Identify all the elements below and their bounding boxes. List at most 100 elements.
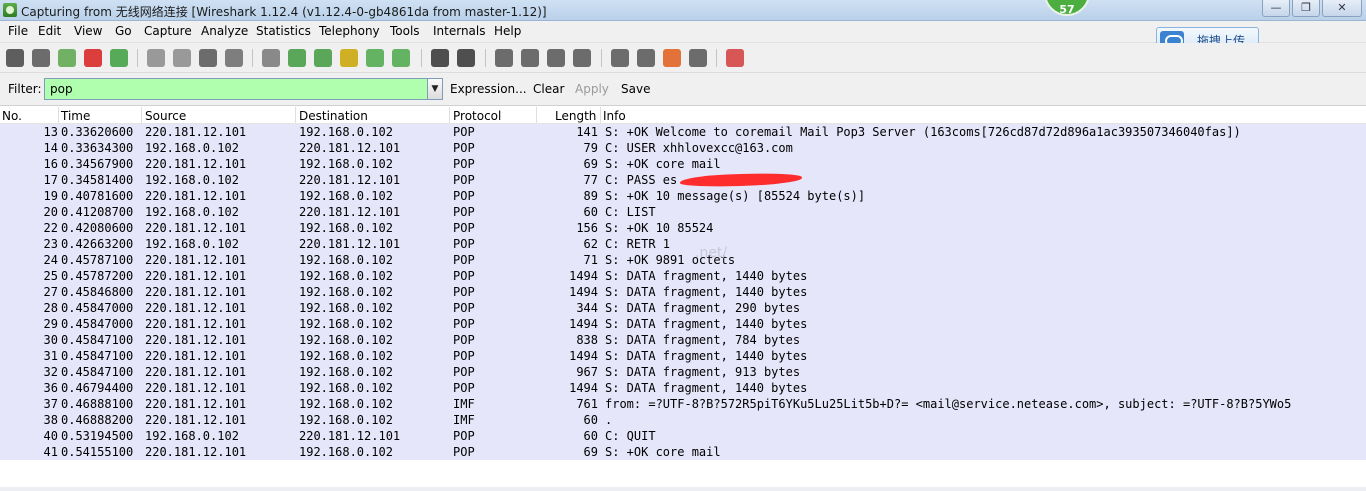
packet-destination: 192.168.0.102: [299, 349, 393, 363]
packet-protocol: POP: [453, 285, 475, 299]
packet-protocol: POP: [453, 317, 475, 331]
go-forward-icon[interactable]: [314, 49, 332, 67]
first-packet-icon[interactable]: [366, 49, 384, 67]
menu-telephony[interactable]: Telephony: [319, 24, 380, 38]
packet-row[interactable]: 31 0.45847100 220.181.12.101 192.168.0.102 P…: [0, 348, 1366, 364]
menu-tools[interactable]: Tools: [390, 24, 420, 38]
packet-row[interactable]: 41 0.54155100 220.181.12.101 192.168.0.102 P…: [0, 444, 1366, 460]
menu-statistics[interactable]: Statistics: [256, 24, 311, 38]
colorize-icon[interactable]: [431, 49, 449, 67]
packet-no: 25: [43, 269, 58, 283]
menu-internals[interactable]: Internals: [433, 24, 486, 38]
menu-capture[interactable]: Capture: [144, 24, 192, 38]
maximize-button[interactable]: ❐: [1292, 0, 1320, 17]
clear-button[interactable]: Clear: [533, 82, 564, 96]
help-icon[interactable]: [726, 49, 744, 67]
packet-destination: 192.168.0.102: [299, 221, 393, 235]
apply-button[interactable]: Apply: [575, 82, 609, 96]
column-header-length[interactable]: Length: [555, 109, 596, 123]
packet-destination: 192.168.0.102: [299, 365, 393, 379]
packet-row[interactable]: 36 0.46794400 220.181.12.101 192.168.0.102 P…: [0, 380, 1366, 396]
menu-analyze[interactable]: Analyze: [201, 24, 248, 38]
packet-row[interactable]: 28 0.45847000 220.181.12.101 192.168.0.102 P…: [0, 300, 1366, 316]
packet-time: 0.46794400: [61, 381, 134, 395]
zoom-in-icon[interactable]: [495, 49, 513, 67]
zoom-out-icon[interactable]: [521, 49, 539, 67]
packet-no: 37: [43, 397, 58, 411]
column-divider[interactable]: [536, 107, 537, 123]
column-header-info[interactable]: Info: [603, 109, 626, 123]
column-divider[interactable]: [58, 107, 59, 123]
capture-filters-icon[interactable]: [611, 49, 629, 67]
packet-row[interactable]: 13 0.33620600 220.181.12.101 192.168.0.102 P…: [0, 124, 1366, 140]
close-button[interactable]: ✕: [1322, 0, 1362, 17]
save-filter-button[interactable]: Save: [621, 82, 650, 96]
menu-help[interactable]: Help: [494, 24, 521, 38]
go-back-icon[interactable]: [288, 49, 306, 67]
last-packet-icon[interactable]: [392, 49, 410, 67]
start-capture-icon[interactable]: [58, 49, 76, 67]
column-header-no[interactable]: No.: [2, 109, 22, 123]
packet-length: 1494: [569, 285, 598, 299]
save-file-icon[interactable]: [173, 49, 191, 67]
packet-no: 40: [43, 429, 58, 443]
packet-row[interactable]: 25 0.45787200 220.181.12.101 192.168.0.102 P…: [0, 268, 1366, 284]
packet-row[interactable]: 16 0.34567900 220.181.12.101 192.168.0.102 P…: [0, 156, 1366, 172]
display-filter-input[interactable]: [44, 78, 428, 100]
pane-divider[interactable]: [0, 487, 1366, 491]
menu-edit[interactable]: Edit: [38, 24, 61, 38]
restart-capture-icon[interactable]: [110, 49, 128, 67]
interfaces-icon[interactable]: [6, 49, 24, 67]
column-divider[interactable]: [141, 107, 142, 123]
open-file-icon[interactable]: [147, 49, 165, 67]
packet-destination: 220.181.12.101: [299, 237, 401, 251]
display-filters-icon[interactable]: [637, 49, 655, 67]
packet-row[interactable]: 14 0.33634300 192.168.0.102 220.181.12.101 P…: [0, 140, 1366, 156]
auto-scroll-icon[interactable]: [457, 49, 475, 67]
packet-row[interactable]: 20 0.41208700 192.168.0.102 220.181.12.101 P…: [0, 204, 1366, 220]
preferences-icon[interactable]: [689, 49, 707, 67]
close-file-icon[interactable]: [199, 49, 217, 67]
filter-history-dropdown[interactable]: ▼: [427, 78, 443, 100]
coloring-rules-icon[interactable]: [663, 49, 681, 67]
column-header-time[interactable]: Time: [61, 109, 90, 123]
expression-button[interactable]: Expression...: [450, 82, 527, 96]
menu-view[interactable]: View: [74, 24, 102, 38]
column-divider[interactable]: [449, 107, 450, 123]
packet-time: 0.41208700: [61, 205, 134, 219]
packet-row[interactable]: 37 0.46888100 220.181.12.101 192.168.0.102 I…: [0, 396, 1366, 412]
go-to-packet-icon[interactable]: [340, 49, 358, 67]
packet-row[interactable]: 30 0.45847100 220.181.12.101 192.168.0.102 P…: [0, 332, 1366, 348]
column-header-source[interactable]: Source: [145, 109, 186, 123]
packet-length: 60: [583, 413, 598, 427]
packet-row[interactable]: 24 0.45787100 220.181.12.101 192.168.0.102 P…: [0, 252, 1366, 268]
column-header-destination[interactable]: Destination: [299, 109, 368, 123]
packet-no: 30: [43, 333, 58, 347]
packet-row[interactable]: 40 0.53194500 192.168.0.102 220.181.12.101 P…: [0, 428, 1366, 444]
column-divider[interactable]: [600, 107, 601, 123]
normal-size-icon[interactable]: [547, 49, 565, 67]
minimize-button[interactable]: —: [1262, 0, 1290, 17]
column-divider[interactable]: [295, 107, 296, 123]
resize-columns-icon[interactable]: [573, 49, 591, 67]
packet-row[interactable]: 22 0.42080600 220.181.12.101 192.168.0.102 P…: [0, 220, 1366, 236]
packet-row[interactable]: 19 0.40781600 220.181.12.101 192.168.0.102 P…: [0, 188, 1366, 204]
packet-destination: 192.168.0.102: [299, 125, 393, 139]
column-header-protocol[interactable]: Protocol: [453, 109, 501, 123]
packet-row[interactable]: 23 0.42663200 192.168.0.102 220.181.12.101 P…: [0, 236, 1366, 252]
packet-no: 23: [43, 237, 58, 251]
packet-row[interactable]: 29 0.45847000 220.181.12.101 192.168.0.102 P…: [0, 316, 1366, 332]
menu-file[interactable]: File: [8, 24, 28, 38]
packet-row[interactable]: 38 0.46888200 220.181.12.101 192.168.0.102 I…: [0, 412, 1366, 428]
reload-icon[interactable]: [225, 49, 243, 67]
packet-row[interactable]: 32 0.45847100 220.181.12.101 192.168.0.102 P…: [0, 364, 1366, 380]
packet-source: 220.181.12.101: [145, 445, 247, 459]
notification-badge[interactable]: 57: [1044, 0, 1090, 16]
options-icon[interactable]: [32, 49, 50, 67]
stop-capture-icon[interactable]: [84, 49, 102, 67]
toolbar-separator: [421, 49, 422, 67]
packet-row[interactable]: 27 0.45846800 220.181.12.101 192.168.0.102 P…: [0, 284, 1366, 300]
packet-time: 0.45847100: [61, 349, 134, 363]
menu-go[interactable]: Go: [115, 24, 132, 38]
find-packet-icon[interactable]: [262, 49, 280, 67]
